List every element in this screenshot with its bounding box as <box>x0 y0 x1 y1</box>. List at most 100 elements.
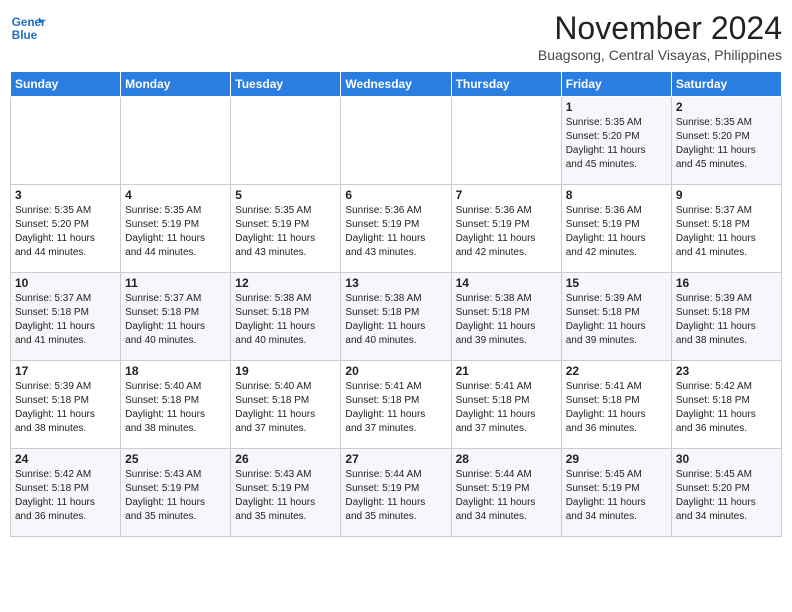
header-wednesday: Wednesday <box>341 72 451 97</box>
calendar-cell: 29Sunrise: 5:45 AM Sunset: 5:19 PM Dayli… <box>561 449 671 537</box>
calendar-cell <box>341 97 451 185</box>
day-info: Sunrise: 5:38 AM Sunset: 5:18 PM Dayligh… <box>456 292 557 348</box>
logo: General Blue <box>10 10 46 46</box>
day-info: Sunrise: 5:35 AM Sunset: 5:19 PM Dayligh… <box>235 204 336 260</box>
day-info: Sunrise: 5:37 AM Sunset: 5:18 PM Dayligh… <box>15 292 116 348</box>
day-number: 25 <box>125 452 226 466</box>
day-info: Sunrise: 5:38 AM Sunset: 5:18 PM Dayligh… <box>235 292 336 348</box>
day-info: Sunrise: 5:41 AM Sunset: 5:18 PM Dayligh… <box>456 380 557 436</box>
page-header: General Blue November 2024 Buagsong, Cen… <box>10 10 782 63</box>
calendar-header-row: SundayMondayTuesdayWednesdayThursdayFrid… <box>11 72 782 97</box>
calendar-cell: 13 Sunrise: 5:38 AM Sunset: 5:18 PM Dayli… <box>341 273 451 361</box>
day-info: Sunrise: 5:37 AM Sunset: 5:18 PM Dayligh… <box>676 204 777 260</box>
header-monday: Monday <box>121 72 231 97</box>
day-info: Sunrise: 5:39 AM Sunset: 5:18 PM Dayligh… <box>676 292 777 348</box>
calendar-cell: 18Sunrise: 5:40 AM Sunset: 5:18 PM Dayli… <box>121 361 231 449</box>
day-number: 17 <box>15 364 116 378</box>
calendar-cell <box>11 97 121 185</box>
day-info: Sunrise: 5:36 AM Sunset: 5:19 PM Dayligh… <box>456 204 557 260</box>
calendar-cell: 1 Sunrise: 5:35 AM Sunset: 5:20 PM Daylig… <box>561 97 671 185</box>
day-info: Sunrise: 5:36 AM Sunset: 5:19 PM Dayligh… <box>345 204 446 260</box>
day-info: Sunrise: 5:43 AM Sunset: 5:19 PM Dayligh… <box>125 468 226 524</box>
header-friday: Friday <box>561 72 671 97</box>
day-number: 4 <box>125 188 226 202</box>
calendar-cell: 17Sunrise: 5:39 AM Sunset: 5:18 PM Dayli… <box>11 361 121 449</box>
day-number: 24 <box>15 452 116 466</box>
day-number: 2 <box>676 100 777 114</box>
calendar-cell: 7Sunrise: 5:36 AM Sunset: 5:19 PM Daylig… <box>451 185 561 273</box>
day-info: Sunrise: 5:36 AM Sunset: 5:19 PM Dayligh… <box>566 204 667 260</box>
day-number: 30 <box>676 452 777 466</box>
day-info: Sunrise: 5:41 AM Sunset: 5:18 PM Dayligh… <box>345 380 446 436</box>
day-info: Sunrise: 5:40 AM Sunset: 5:18 PM Dayligh… <box>125 380 226 436</box>
calendar-cell: 10 Sunrise: 5:37 AM Sunset: 5:18 PM Dayli… <box>11 273 121 361</box>
day-number: 21 <box>456 364 557 378</box>
calendar-cell: 9 Sunrise: 5:37 AM Sunset: 5:18 PM Daylig… <box>671 185 781 273</box>
day-info: Sunrise: 5:35 AM Sunset: 5:20 PM Dayligh… <box>15 204 116 260</box>
day-number: 10 <box>15 276 116 290</box>
calendar-cell: 2 Sunrise: 5:35 AM Sunset: 5:20 PM Daylig… <box>671 97 781 185</box>
day-number: 6 <box>345 188 446 202</box>
week-row-3: 17Sunrise: 5:39 AM Sunset: 5:18 PM Dayli… <box>11 361 782 449</box>
day-info: Sunrise: 5:35 AM Sunset: 5:19 PM Dayligh… <box>125 204 226 260</box>
header-thursday: Thursday <box>451 72 561 97</box>
calendar-cell: 5Sunrise: 5:35 AM Sunset: 5:19 PM Daylig… <box>231 185 341 273</box>
calendar-cell: 20 Sunrise: 5:41 AM Sunset: 5:18 PM Dayli… <box>341 361 451 449</box>
header-tuesday: Tuesday <box>231 72 341 97</box>
logo-icon: General Blue <box>10 10 46 46</box>
header-saturday: Saturday <box>671 72 781 97</box>
calendar-cell: 21 Sunrise: 5:41 AM Sunset: 5:18 PM Dayli… <box>451 361 561 449</box>
calendar-cell: 26 Sunrise: 5:43 AM Sunset: 5:19 PM Dayli… <box>231 449 341 537</box>
day-number: 1 <box>566 100 667 114</box>
day-number: 11 <box>125 276 226 290</box>
day-info: Sunrise: 5:38 AM Sunset: 5:18 PM Dayligh… <box>345 292 446 348</box>
week-row-0: 1 Sunrise: 5:35 AM Sunset: 5:20 PM Daylig… <box>11 97 782 185</box>
calendar-cell: 12Sunrise: 5:38 AM Sunset: 5:18 PM Dayli… <box>231 273 341 361</box>
day-info: Sunrise: 5:42 AM Sunset: 5:18 PM Dayligh… <box>15 468 116 524</box>
svg-text:General: General <box>12 16 46 29</box>
day-number: 9 <box>676 188 777 202</box>
day-number: 14 <box>456 276 557 290</box>
calendar-cell: 25 Sunrise: 5:43 AM Sunset: 5:19 PM Dayli… <box>121 449 231 537</box>
calendar-cell: 22 Sunrise: 5:41 AM Sunset: 5:18 PM Dayli… <box>561 361 671 449</box>
week-row-2: 10 Sunrise: 5:37 AM Sunset: 5:18 PM Dayli… <box>11 273 782 361</box>
day-info: Sunrise: 5:35 AM Sunset: 5:20 PM Dayligh… <box>676 116 777 172</box>
day-number: 15 <box>566 276 667 290</box>
location-subtitle: Buagsong, Central Visayas, Philippines <box>538 47 782 63</box>
day-info: Sunrise: 5:44 AM Sunset: 5:19 PM Dayligh… <box>456 468 557 524</box>
day-info: Sunrise: 5:41 AM Sunset: 5:18 PM Dayligh… <box>566 380 667 436</box>
day-info: Sunrise: 5:42 AM Sunset: 5:18 PM Dayligh… <box>676 380 777 436</box>
day-info: Sunrise: 5:45 AM Sunset: 5:20 PM Dayligh… <box>676 468 777 524</box>
calendar-cell: 6 Sunrise: 5:36 AM Sunset: 5:19 PM Daylig… <box>341 185 451 273</box>
day-number: 28 <box>456 452 557 466</box>
day-number: 8 <box>566 188 667 202</box>
day-number: 22 <box>566 364 667 378</box>
calendar-cell: 30 Sunrise: 5:45 AM Sunset: 5:20 PM Dayli… <box>671 449 781 537</box>
day-info: Sunrise: 5:35 AM Sunset: 5:20 PM Dayligh… <box>566 116 667 172</box>
day-info: Sunrise: 5:45 AM Sunset: 5:19 PM Dayligh… <box>566 468 667 524</box>
calendar-cell: 16 Sunrise: 5:39 AM Sunset: 5:18 PM Dayli… <box>671 273 781 361</box>
calendar-cell <box>451 97 561 185</box>
calendar-cell: 4 Sunrise: 5:35 AM Sunset: 5:19 PM Daylig… <box>121 185 231 273</box>
calendar-cell: 23 Sunrise: 5:42 AM Sunset: 5:18 PM Dayli… <box>671 361 781 449</box>
day-number: 3 <box>15 188 116 202</box>
calendar-cell: 11 Sunrise: 5:37 AM Sunset: 5:18 PM Dayli… <box>121 273 231 361</box>
day-info: Sunrise: 5:39 AM Sunset: 5:18 PM Dayligh… <box>566 292 667 348</box>
day-number: 27 <box>345 452 446 466</box>
day-number: 19 <box>235 364 336 378</box>
calendar-cell: 8 Sunrise: 5:36 AM Sunset: 5:19 PM Daylig… <box>561 185 671 273</box>
calendar-cell: 3 Sunrise: 5:35 AM Sunset: 5:20 PM Daylig… <box>11 185 121 273</box>
day-info: Sunrise: 5:40 AM Sunset: 5:18 PM Dayligh… <box>235 380 336 436</box>
day-number: 16 <box>676 276 777 290</box>
day-info: Sunrise: 5:43 AM Sunset: 5:19 PM Dayligh… <box>235 468 336 524</box>
calendar-table: SundayMondayTuesdayWednesdayThursdayFrid… <box>10 71 782 537</box>
week-row-4: 24 Sunrise: 5:42 AM Sunset: 5:18 PM Dayli… <box>11 449 782 537</box>
calendar-cell: 19 Sunrise: 5:40 AM Sunset: 5:18 PM Dayli… <box>231 361 341 449</box>
calendar-cell: 14 Sunrise: 5:38 AM Sunset: 5:18 PM Dayli… <box>451 273 561 361</box>
day-number: 23 <box>676 364 777 378</box>
calendar-cell <box>121 97 231 185</box>
day-number: 13 <box>345 276 446 290</box>
day-number: 26 <box>235 452 336 466</box>
day-info: Sunrise: 5:37 AM Sunset: 5:18 PM Dayligh… <box>125 292 226 348</box>
day-number: 20 <box>345 364 446 378</box>
